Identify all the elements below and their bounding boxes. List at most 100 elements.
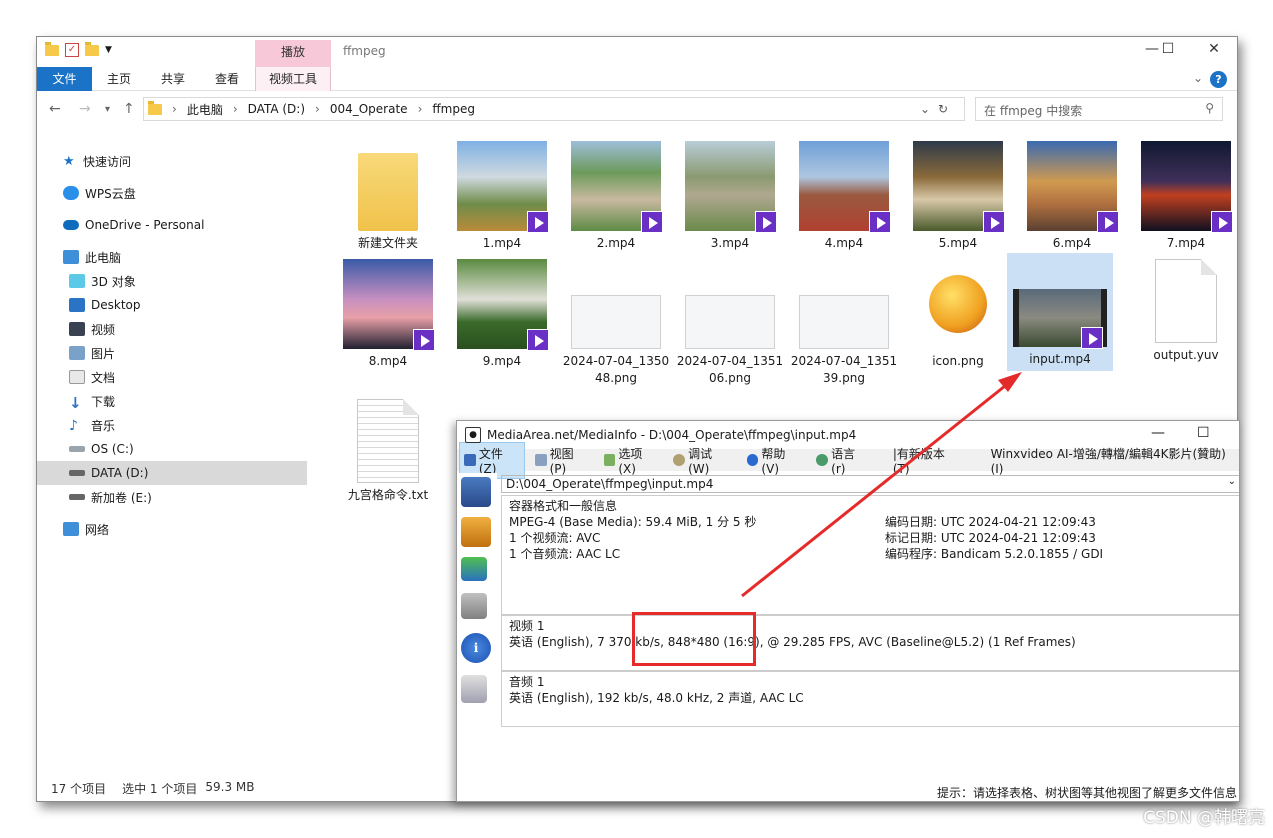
sidebar-item-this-pc[interactable]: 此电脑: [37, 245, 307, 269]
sidebar-item-label: 网络: [85, 522, 110, 537]
file-item[interactable]: 2024-07-04_135106.png: [675, 259, 785, 387]
export-icon[interactable]: [461, 557, 487, 581]
sidebar-item-quick-access[interactable]: ★ 快速访问: [37, 149, 307, 173]
tab-share[interactable]: 共享: [153, 67, 193, 91]
breadcrumb-operate[interactable]: 004_Operate: [330, 102, 408, 116]
open-file-icon[interactable]: [461, 477, 491, 507]
ribbon-expand-icon[interactable]: ⌄: [1193, 71, 1203, 85]
video-thumbnail: [571, 141, 663, 233]
about-icon[interactable]: i: [461, 633, 491, 663]
file-item-selected[interactable]: input.mp4: [1007, 253, 1113, 371]
video-badge-icon: [755, 211, 777, 233]
video-badge-icon: [869, 211, 891, 233]
general-encoder: 编码程序: Bandicam 5.2.0.1855 / GDI: [885, 547, 1104, 561]
text-file-icon: [357, 399, 419, 483]
maximize-button[interactable]: ☐: [1197, 425, 1210, 441]
ribbon-tabs: 文件 主页 共享 查看 视频工具 ⌄ ?: [37, 67, 1237, 91]
file-item[interactable]: 9.mp4: [447, 259, 557, 370]
chevron-down-icon[interactable]: ⌄: [1228, 476, 1236, 487]
help-icon[interactable]: ?: [1210, 71, 1227, 88]
breadcrumb-drive[interactable]: DATA (D:): [248, 102, 305, 116]
drive-icon: [69, 494, 85, 500]
file-name: 6.mp4: [1052, 236, 1092, 250]
sidebar-item-wps[interactable]: WPS云盘: [37, 181, 307, 205]
file-item[interactable]: 新建文件夹: [333, 141, 443, 252]
file-item[interactable]: 2024-07-04_135139.png: [789, 259, 899, 387]
sidebar-item-3d[interactable]: 3D 对象: [37, 269, 307, 293]
file-item[interactable]: 九宫格命令.txt: [333, 399, 443, 504]
breadcrumb-ffmpeg[interactable]: ffmpeg: [432, 102, 475, 116]
file-item[interactable]: 8.mp4: [333, 259, 443, 370]
sidebar-item-videos[interactable]: 视频: [37, 317, 307, 341]
refresh-icon[interactable]: ↻: [938, 102, 948, 116]
menu-label: 文件(Z): [478, 446, 503, 476]
chevron-down-icon[interactable]: ⌄: [920, 102, 930, 116]
general-encoded-date: 编码日期: UTC 2024-04-21 12:09:43: [885, 515, 1096, 529]
file-item[interactable]: 4.mp4: [789, 141, 899, 252]
minimize-button[interactable]: —: [1151, 425, 1165, 441]
new-folder-icon[interactable]: [85, 41, 99, 56]
file-name: input.mp4: [1029, 352, 1091, 366]
file-item[interactable]: 2.mp4: [561, 141, 671, 252]
file-item[interactable]: 2024-07-04_135048.png: [561, 259, 671, 387]
video-badge-icon: [527, 211, 549, 233]
image-thumbnail: [685, 295, 775, 349]
tab-file[interactable]: 文件: [37, 67, 92, 91]
forward-icon[interactable]: →: [79, 101, 91, 117]
sidebar-item-downloads[interactable]: ↓ 下载: [37, 389, 307, 413]
sidebar-item-label: 视频: [91, 322, 116, 337]
computer-icon: [63, 250, 79, 264]
tab-view[interactable]: 查看: [207, 67, 247, 91]
knowledge-icon[interactable]: [461, 675, 487, 703]
cloud-icon: [63, 186, 79, 200]
drive-icon: [69, 470, 85, 476]
video-badge-icon: [1097, 211, 1119, 233]
tab-video-tools[interactable]: 视频工具: [255, 67, 331, 91]
context-tab-play[interactable]: 播放: [255, 40, 331, 67]
up-icon[interactable]: ↑: [123, 101, 135, 117]
sidebar-item-drive-e[interactable]: 新加卷 (E:): [37, 485, 307, 509]
sidebar-item-label: OneDrive - Personal: [85, 218, 205, 232]
address-bar[interactable]: › 此电脑 › DATA (D:) › 004_Operate › ffmpeg…: [143, 97, 965, 121]
file-name: 九宫格命令.txt: [347, 488, 429, 502]
sidebar-item-label: Desktop: [91, 298, 141, 312]
recent-chevron-icon[interactable]: ▾: [105, 104, 110, 115]
general-format: MPEG-4 (Base Media): 59.4 MiB, 1 分 5 秒: [509, 515, 757, 529]
folder-icon: [148, 100, 162, 115]
file-item[interactable]: 7.mp4: [1131, 141, 1237, 252]
file-item[interactable]: output.yuv: [1131, 259, 1237, 364]
search-input[interactable]: 在 ffmpeg 中搜索 ⚲: [975, 97, 1223, 121]
folder-icon[interactable]: [45, 41, 59, 56]
sidebar-item-desktop[interactable]: Desktop: [37, 293, 307, 317]
sidebar-item-onedrive[interactable]: OneDrive - Personal: [37, 213, 307, 237]
properties-icon[interactable]: ✓: [65, 43, 79, 57]
sidebar-item-pictures[interactable]: 图片: [37, 341, 307, 365]
video-thumbnail: [457, 259, 549, 351]
sidebar-item-documents[interactable]: 文档: [37, 365, 307, 389]
back-icon[interactable]: ←: [49, 101, 61, 117]
file-item[interactable]: icon.png: [903, 259, 1013, 370]
preferences-icon[interactable]: [461, 593, 487, 619]
file-item[interactable]: 3.mp4: [675, 141, 785, 252]
sidebar-item-drive-d[interactable]: DATA (D:): [37, 461, 307, 485]
sidebar-item-music[interactable]: ♪ 音乐: [37, 413, 307, 437]
sidebar-item-drive-c[interactable]: OS (C:): [37, 437, 307, 461]
menu-label: Winxvideo AI-增強/轉檔/編輯4K影片(贊助)(I): [990, 446, 1226, 476]
help-menu-icon: [746, 454, 759, 466]
video-thumbnail: [685, 141, 777, 233]
search-icon[interactable]: ⚲: [1205, 101, 1214, 115]
file-item[interactable]: 1.mp4: [447, 141, 557, 252]
sidebar-item-network[interactable]: 网络: [37, 517, 307, 541]
file-item[interactable]: 5.mp4: [903, 141, 1013, 252]
close-button[interactable]: ✕: [1199, 41, 1229, 57]
chevron-down-icon[interactable]: ▼: [105, 45, 112, 55]
tab-home[interactable]: 主页: [99, 67, 139, 91]
maximize-button[interactable]: ☐: [1153, 41, 1183, 57]
file-name: 新建文件夹: [357, 236, 418, 250]
open-folder-icon[interactable]: [461, 517, 491, 547]
general-info-pane: 容器格式和一般信息 MPEG-4 (Base Media): 59.4 MiB,…: [501, 495, 1239, 615]
image-thumbnail: [571, 295, 661, 349]
breadcrumb-this-pc[interactable]: 此电脑: [187, 101, 223, 118]
file-path-field[interactable]: D:\004_Operate\ffmpeg\input.mp4 ⌄: [501, 475, 1239, 493]
file-item[interactable]: 6.mp4: [1017, 141, 1127, 252]
